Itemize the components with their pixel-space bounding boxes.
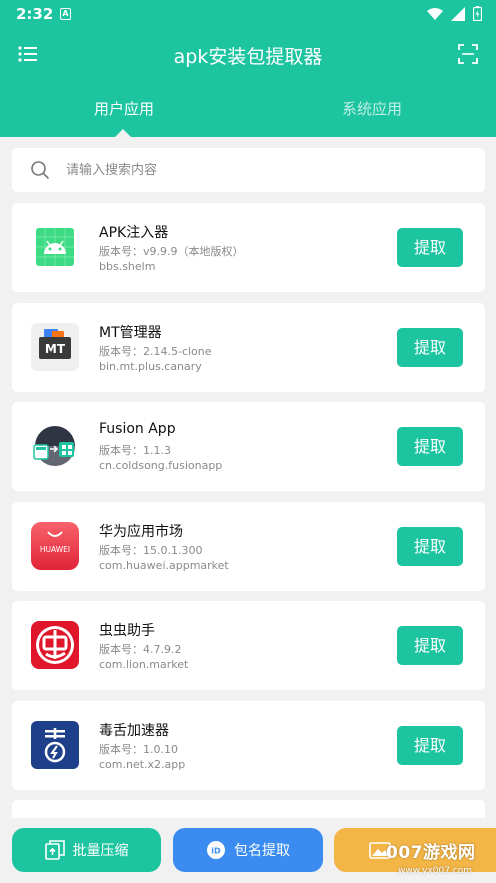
- app-package: cn.coldsong.fusionapp: [99, 459, 223, 472]
- status-bar: 2:32 A: [0, 0, 496, 28]
- app-list: APK注入器 版本号：v9.9.9（本地版权） bbs.shelm 提取 MT …: [12, 203, 485, 820]
- app-version: 版本号：v9.9.9（本地版权）: [99, 245, 244, 258]
- app-card-partial: [12, 800, 485, 820]
- batch-compress-label: 批量压缩: [72, 843, 129, 859]
- status-time: 2:32: [16, 5, 54, 23]
- search-icon: [31, 161, 49, 179]
- app-package: com.huawei.appmarket: [99, 558, 229, 572]
- app-card: 毒舌加速器 版本号：1.0.10 com.net.x2.app 提取: [12, 700, 485, 790]
- extract-button[interactable]: 提取: [397, 427, 463, 466]
- app-name: 毒舌加速器: [99, 722, 169, 739]
- scan-icon: [458, 44, 478, 64]
- package-name-extract-label: 包名提取: [234, 843, 290, 859]
- app-package: bin.mt.plus.canary: [99, 359, 202, 373]
- app-package: com.net.x2.app: [99, 757, 186, 771]
- app-header: 2:32 A apk安装包提取器 用户应用 系统应用: [0, 0, 496, 137]
- battery-icon: [473, 6, 482, 21]
- mt-manager-icon: MT: [31, 322, 79, 371]
- svg-text:iD: iD: [211, 847, 221, 856]
- watermark-url: www.yx007.com: [398, 866, 473, 876]
- package-name-extract-button[interactable]: iD 包名提取: [173, 828, 323, 872]
- huawei-appmarket-icon: HUAWEI: [31, 521, 79, 570]
- compress-icon: [44, 840, 65, 860]
- signal-icon: [451, 6, 465, 21]
- android-icon: [31, 223, 79, 271]
- extract-button[interactable]: 提取: [397, 228, 463, 267]
- app-name: MT管理器: [99, 324, 162, 341]
- app-version: 版本号：1.1.3: [99, 444, 171, 457]
- dushe-icon: [31, 720, 79, 769]
- fusion-app-icon: [31, 422, 79, 470]
- svg-text:MT: MT: [45, 342, 66, 356]
- app-package: com.lion.market: [99, 658, 189, 671]
- app-name: Fusion App: [99, 421, 176, 437]
- scan-button[interactable]: [454, 40, 482, 68]
- app-card: HUAWEI 华为应用市场 版本号：15.0.1.300 com.huawei.…: [12, 501, 485, 591]
- extract-button[interactable]: 提取: [397, 725, 463, 765]
- app-card: APK注入器 版本号：v9.9.9（本地版权） bbs.shelm 提取: [12, 203, 485, 292]
- tab-system-apps[interactable]: 系统应用: [248, 98, 496, 119]
- app-version: 版本号：1.0.10: [99, 742, 178, 756]
- app-card: 虫虫助手 版本号：4.7.9.2 com.lion.market 提取: [12, 601, 485, 690]
- extract-button[interactable]: 提取: [397, 626, 463, 665]
- toolbar: apk安装包提取器: [0, 28, 496, 80]
- app-name: APK注入器: [99, 225, 169, 241]
- app-version: 版本号：4.7.9.2: [99, 643, 182, 656]
- notification-icon: A: [60, 8, 71, 20]
- wifi-icon: [427, 7, 443, 20]
- extract-button[interactable]: 提取: [397, 327, 463, 367]
- extract-button[interactable]: 提取: [397, 526, 463, 566]
- app-card: Fusion App 版本号：1.1.3 cn.coldsong.fusiona…: [12, 402, 485, 491]
- app-name: 华为应用市场: [99, 523, 183, 540]
- tab-bar: 用户应用 系统应用: [0, 82, 496, 137]
- id-icon: iD: [207, 841, 225, 859]
- search-bar: [12, 148, 485, 192]
- huawei-logo-text: HUAWEI: [40, 545, 70, 554]
- batch-compress-button[interactable]: 批量压缩: [12, 828, 161, 872]
- app-version: 版本号：2.14.5-clone: [99, 344, 212, 358]
- watermark-logo: 007游戏网: [386, 843, 476, 863]
- app-package: bbs.shelm: [99, 260, 156, 273]
- status-icons: [427, 6, 482, 21]
- page-title: apk安装包提取器: [173, 46, 323, 68]
- search-input[interactable]: [66, 148, 466, 192]
- chongchong-icon: [31, 621, 79, 669]
- app-name: 虫虫助手: [99, 623, 155, 639]
- tab-user-apps[interactable]: 用户应用: [0, 98, 248, 119]
- tab-indicator: [115, 129, 131, 137]
- app-card: MT MT管理器 版本号：2.14.5-clone bin.mt.plus.ca…: [12, 302, 485, 392]
- app-version: 版本号：15.0.1.300: [99, 543, 203, 557]
